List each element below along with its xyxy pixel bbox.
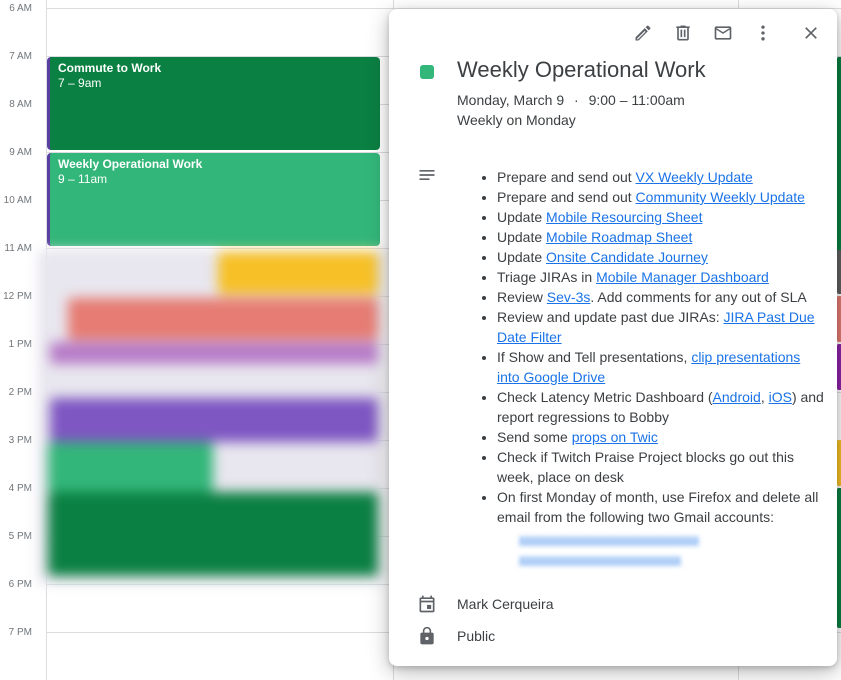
- time-label: 6 AM: [9, 3, 32, 14]
- time-label: 11 AM: [4, 243, 32, 254]
- time-label: 12 PM: [3, 291, 32, 302]
- event-strip: [837, 440, 841, 486]
- event-strip: [837, 344, 841, 390]
- blurred-events: [38, 250, 384, 584]
- email-icon: [714, 26, 732, 40]
- event-commute[interactable]: Commute to Work 7 – 9am: [47, 57, 380, 150]
- ios-link[interactable]: iOS: [769, 389, 792, 405]
- list-item: Prepare and send out VX Weekly Update: [497, 167, 824, 187]
- list-item: Update Mobile Roadmap Sheet: [497, 227, 824, 247]
- delete-button[interactable]: [671, 21, 695, 45]
- event-time: 9:00 – 11:00am: [588, 92, 685, 108]
- event-detail-dialog: Weekly Operational Work Monday, March 9 …: [389, 9, 837, 666]
- event-time: 7 – 9am: [58, 76, 102, 90]
- event-date: Monday, March 9: [457, 92, 565, 108]
- close-button[interactable]: [799, 21, 823, 45]
- redacted-email-link[interactable]: xxxxxxxxxxxxxxxxxxxxxxxxxxx: [479, 549, 824, 569]
- calendar-app: 6 AM 7 AM 8 AM 9 AM 10 AM 11 AM 12 PM 1 …: [0, 0, 841, 680]
- blurred-event: [68, 298, 378, 340]
- list-item: Check if Twitch Praise Project blocks go…: [497, 447, 824, 487]
- community-weekly-update-link[interactable]: Community Weekly Update: [636, 189, 805, 205]
- list-item: Prepare and send out Community Weekly Up…: [497, 187, 824, 207]
- description-icon: [417, 165, 437, 185]
- sev-3s-link[interactable]: Sev-3s: [547, 289, 591, 305]
- blurred-event: [48, 492, 378, 576]
- list-item: Update Mobile Resourcing Sheet: [497, 207, 824, 227]
- more-vert-icon: [761, 25, 765, 41]
- event-strip: [837, 488, 841, 628]
- time-label: 5 PM: [8, 531, 32, 542]
- event-title: Commute to Work: [58, 61, 162, 75]
- blurred-event: [50, 398, 378, 442]
- event-strip: [837, 250, 841, 294]
- separator: ·: [574, 92, 579, 108]
- time-label: 9 AM: [9, 147, 32, 158]
- blurred-event: [48, 442, 213, 492]
- mobile-roadmap-sheet-link[interactable]: Mobile Roadmap Sheet: [546, 229, 692, 245]
- android-link[interactable]: Android: [713, 389, 761, 405]
- more-options-button[interactable]: [751, 21, 775, 45]
- event-strip: [837, 296, 841, 342]
- event-date-time: Monday, March 9 · 9:00 – 11:00am: [457, 92, 685, 108]
- calendar-owner: Mark Cerqueira: [457, 596, 554, 612]
- edit-icon: [635, 25, 651, 41]
- email-guests-button[interactable]: [711, 21, 735, 45]
- event-color-swatch: [420, 65, 434, 79]
- edit-button[interactable]: [631, 21, 655, 45]
- time-label: 10 AM: [3, 195, 32, 206]
- event-weekly-operational-work[interactable]: Weekly Operational Work 9 – 11am: [47, 153, 380, 246]
- time-label: 6 PM: [8, 579, 32, 590]
- onsite-candidate-journey-link[interactable]: Onsite Candidate Journey: [546, 249, 708, 265]
- event-title: Weekly Operational Work: [58, 157, 203, 171]
- list-item: Review Sev-3s. Add comments for any out …: [497, 287, 824, 307]
- time-label: 8 AM: [9, 99, 32, 110]
- list-item: Review and update past due JIRAs: JIRA P…: [497, 307, 824, 347]
- close-icon: [805, 27, 817, 39]
- event-visibility: Public: [457, 628, 496, 644]
- props-on-twic-link[interactable]: props on Twic: [572, 429, 658, 445]
- list-item: Update Onsite Candidate Journey: [497, 247, 824, 267]
- mobile-resourcing-sheet-link[interactable]: Mobile Resourcing Sheet: [546, 209, 702, 225]
- vx-weekly-update-link[interactable]: VX Weekly Update: [636, 169, 753, 185]
- lock-icon: [417, 626, 437, 646]
- list-item: Send some props on Twic: [497, 427, 824, 447]
- redacted-email-link[interactable]: xxxxxxxxxxxxxxxxxxxxxxxxxxxxxx: [479, 529, 824, 549]
- calendar-icon: [417, 594, 437, 614]
- mobile-manager-dashboard-link[interactable]: Mobile Manager Dashboard: [596, 269, 769, 285]
- description-list: Prepare and send out VX Weekly Update Pr…: [479, 167, 824, 527]
- event-title: Weekly Operational Work: [457, 57, 706, 82]
- list-item: If Show and Tell presentations, clip pre…: [497, 347, 824, 387]
- time-label: 4 PM: [8, 483, 32, 494]
- blurred-event: [50, 342, 378, 364]
- redacted-email-links: xxxxxxxxxxxxxxxxxxxxxxxxxxxxxx xxxxxxxxx…: [479, 529, 824, 569]
- list-item: Triage JIRAs in Mobile Manager Dashboard: [497, 267, 824, 287]
- event-time: 9 – 11am: [58, 172, 108, 186]
- event-description: Prepare and send out VX Weekly Update Pr…: [479, 167, 824, 569]
- event-recurrence: Weekly on Monday: [457, 112, 576, 128]
- list-item: Check Latency Metric Dashboard (Android,…: [497, 387, 824, 427]
- time-label: 7 PM: [8, 627, 32, 638]
- trash-icon: [676, 25, 690, 41]
- list-item: On first Monday of month, use Firefox an…: [497, 487, 824, 527]
- time-label: 1 PM: [8, 339, 32, 350]
- blurred-event: [218, 252, 378, 294]
- time-label: 2 PM: [8, 387, 32, 398]
- time-label: 3 PM: [8, 435, 32, 446]
- time-label: 7 AM: [9, 51, 32, 62]
- event-strip: [837, 57, 841, 257]
